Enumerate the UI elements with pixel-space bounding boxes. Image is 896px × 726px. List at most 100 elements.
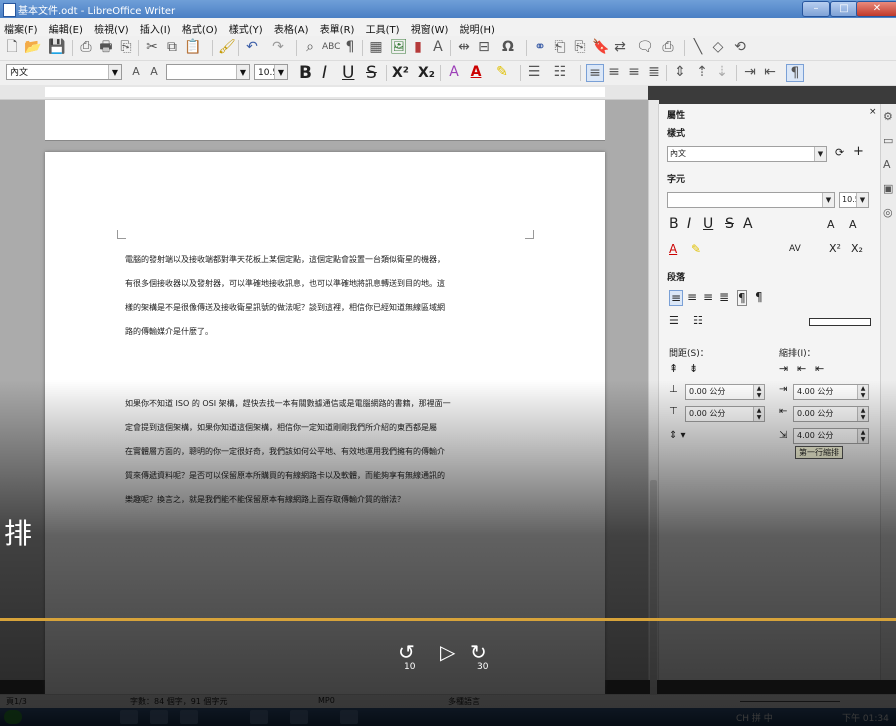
chevron-down-icon[interactable]: ▼ — [236, 65, 249, 79]
language-indicator[interactable]: 多種語言 — [448, 696, 480, 707]
sidebar-bullets-icon[interactable]: ☰ — [669, 314, 679, 327]
paragraph-dialog-icon[interactable]: ¶ — [786, 64, 804, 82]
sidebar-superscript-icon[interactable]: X² — [829, 242, 841, 255]
play-icon[interactable]: ▷ — [440, 640, 455, 664]
close-sidebar-icon[interactable]: × — [869, 107, 877, 117]
character-section-header[interactable]: 字元 — [667, 172, 685, 185]
sidebar-strike-button[interactable]: S — [725, 216, 734, 232]
rewind-icon[interactable]: ↺ — [398, 640, 415, 664]
insert-field-icon[interactable]: ⊟ — [476, 39, 492, 55]
chevron-down-icon[interactable]: ▼ — [856, 193, 868, 207]
sidebar-ltr-icon[interactable]: ¶ — [737, 290, 747, 306]
video-progress-bar[interactable] — [0, 618, 896, 621]
first-line-indent-field[interactable]: 4.00 公分 ▲ ▼ — [793, 428, 869, 444]
word-count[interactable]: 字數：84 個字，91 個字元 — [130, 696, 227, 707]
forward-icon[interactable]: ↻ — [470, 640, 487, 664]
sidebar-highlight-icon[interactable]: ✎ — [691, 242, 701, 256]
sidebar-style-combo[interactable]: 內文 ▼ — [667, 146, 827, 162]
styles-deck-icon[interactable]: A — [883, 158, 891, 171]
spin-arrows-icon[interactable]: ▲ ▼ — [857, 385, 868, 399]
para-spacing-decrease-icon[interactable]: ⇟ — [689, 362, 698, 375]
scrollbar-thumb[interactable] — [650, 480, 657, 700]
line-spacing-icon[interactable]: ⇕ ▾ — [669, 430, 686, 441]
chevron-down-icon[interactable]: ▼ — [814, 147, 826, 161]
underline-button[interactable]: U — [342, 63, 354, 83]
increase-indent-icon[interactable]: ⇥ — [742, 64, 758, 80]
hanging-indent-icon[interactable]: ⇤ — [815, 362, 824, 375]
increase-paragraph-spacing-icon[interactable]: ⇡ — [694, 64, 710, 80]
minimize-button[interactable]: – — [802, 1, 830, 17]
clear-formatting-icon[interactable]: A — [446, 64, 462, 80]
redo-icon[interactable]: ↷ — [270, 39, 286, 55]
draw-functions-icon[interactable]: ⟲ — [732, 39, 748, 55]
sidebar-font-color-icon[interactable]: A — [669, 242, 677, 256]
decrease-indent-icon[interactable]: ⇤ — [797, 362, 806, 375]
italic-button[interactable]: I — [322, 63, 327, 83]
paragraph-style-combo[interactable]: 內文 ▼ — [6, 64, 122, 80]
insert-image-icon[interactable]: 🖼 — [390, 39, 408, 55]
new-document-icon[interactable]: 🗋 — [4, 39, 20, 55]
gallery-deck-icon[interactable]: ▣ — [883, 182, 893, 195]
spin-arrows-icon[interactable]: ▲ ▼ — [857, 429, 868, 443]
font-name-combo[interactable]: ▼ — [166, 64, 250, 80]
cross-reference-icon[interactable]: ⇄ — [612, 39, 628, 55]
sidebar-numbering-icon[interactable]: ☷ — [693, 314, 703, 327]
bookmark-icon[interactable]: 🔖 — [592, 39, 609, 55]
strikethrough-button[interactable]: S — [366, 63, 377, 83]
document-page[interactable]: 電腦的發射端以及接收端都對準天花板上某個定點，這個定點會設置一台類似衛星的機器，… — [45, 152, 605, 712]
above-spacing-field[interactable]: 0.00 公分 ▲ ▼ — [685, 384, 765, 400]
formatting-marks-icon[interactable]: ¶ — [342, 39, 358, 55]
grow-font-icon[interactable]: A — [827, 218, 835, 231]
taskbar-app-icon[interactable] — [340, 710, 358, 724]
after-text-indent-field[interactable]: 0.00 公分 ▲ ▼ — [793, 406, 869, 422]
page-indicator[interactable]: 頁1/3 — [6, 696, 27, 707]
bold-button[interactable]: B — [299, 63, 312, 83]
decrease-indent-icon[interactable]: ⇤ — [762, 64, 778, 80]
save-icon[interactable]: 💾 — [48, 39, 65, 55]
sidebar-subscript-icon[interactable]: X₂ — [851, 242, 863, 255]
numbering-icon[interactable]: ☷ — [552, 64, 568, 80]
line-spacing-icon[interactable]: ⇕ — [672, 64, 688, 80]
close-button[interactable]: ✕ — [856, 1, 896, 17]
below-spacing-field[interactable]: 0.00 公分 ▲ ▼ — [685, 406, 765, 422]
superscript-button[interactable]: X² — [392, 65, 409, 81]
update-style-icon[interactable]: A — [128, 64, 144, 80]
cut-icon[interactable]: ✂ — [144, 39, 160, 55]
sidebar-align-right-icon[interactable]: ≡ — [703, 290, 713, 304]
align-right-icon[interactable]: ≡ — [626, 64, 642, 80]
spelling-icon[interactable]: ABC — [322, 39, 340, 55]
new-style-icon[interactable]: + — [853, 144, 864, 159]
taskbar-app-icon[interactable] — [120, 710, 138, 724]
taskbar-app-icon[interactable] — [290, 710, 308, 724]
sidebar-size-combo[interactable]: 10.5 ▼ — [839, 192, 869, 208]
justify-icon[interactable]: ≣ — [646, 64, 662, 80]
page-style[interactable]: MP0 — [318, 696, 335, 705]
font-size-combo[interactable]: 10.5 ▼ — [254, 64, 288, 80]
bullets-icon[interactable]: ☰ — [526, 64, 542, 80]
insert-table-icon[interactable]: ▦ — [368, 39, 384, 55]
properties-deck-icon[interactable]: ⚙ — [883, 110, 893, 123]
sidebar-font-combo[interactable]: ▼ — [667, 192, 835, 208]
print-icon[interactable]: 🖶 — [98, 39, 114, 55]
open-folder-icon[interactable]: 📂 — [24, 39, 41, 55]
subscript-button[interactable]: X₂ — [418, 65, 435, 81]
clone-formatting-icon[interactable]: 🖌 — [218, 39, 236, 55]
find-replace-icon[interactable]: ⌕ — [302, 39, 318, 55]
export-pdf-icon[interactable]: ⎙ — [78, 39, 94, 55]
paragraph-background-color[interactable] — [809, 318, 871, 326]
para-spacing-increase-icon[interactable]: ⇞ — [669, 362, 678, 375]
increase-indent-icon[interactable]: ⇥ — [779, 362, 788, 375]
before-text-indent-field[interactable]: 4.00 公分 ▲ ▼ — [793, 384, 869, 400]
copy-icon[interactable]: ⧉ — [164, 39, 180, 55]
chevron-down-icon[interactable]: ▼ — [108, 65, 121, 79]
maximize-button[interactable]: □ — [830, 1, 858, 17]
footnote-icon[interactable]: ⎗ — [552, 39, 568, 55]
spin-arrows-icon[interactable]: ▲ ▼ — [753, 385, 764, 399]
zoom-slider[interactable] — [740, 701, 840, 702]
paste-icon[interactable]: 📋 — [184, 39, 201, 55]
chevron-down-icon[interactable]: ▼ — [274, 65, 287, 79]
sidebar-justify-icon[interactable]: ≣ — [719, 290, 729, 304]
sidebar-underline-button[interactable]: U — [703, 216, 713, 232]
taskbar-app-icon[interactable] — [150, 710, 168, 724]
start-button-icon[interactable] — [4, 710, 22, 724]
